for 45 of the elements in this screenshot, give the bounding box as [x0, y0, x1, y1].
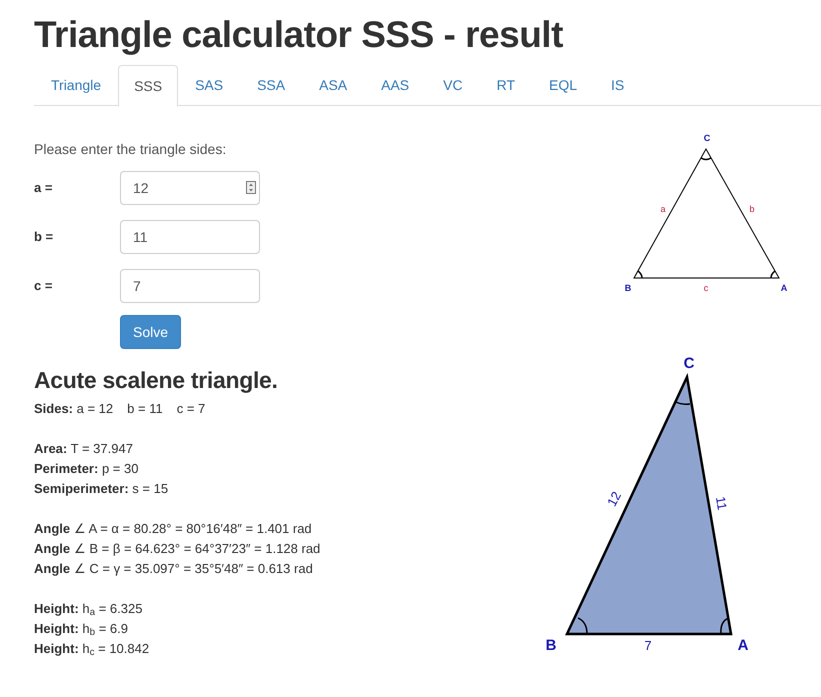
- result-line: Angle ∠ C = γ = 35.097° = 35°5′48″ = 0.613 rad: [34, 560, 313, 578]
- result-line: Angle ∠ B = β = 64.623° = 64°37′23″ = 1.128 rad: [34, 540, 320, 558]
- tab[interactable]: SSS: [118, 65, 178, 107]
- form-prompt: Please enter the triangle sides:: [34, 140, 228, 158]
- page-title: Triangle calculator SSS - result: [34, 13, 564, 57]
- spinner-icon[interactable]: [246, 181, 256, 194]
- field-label: c =: [34, 277, 54, 296]
- tab[interactable]: SSA: [240, 65, 302, 106]
- side-label: 7: [644, 638, 652, 653]
- tab[interactable]: VC: [426, 65, 480, 106]
- vertex-label: A: [780, 283, 788, 293]
- side-label: 12: [604, 488, 624, 509]
- vertex-label: C: [704, 133, 710, 143]
- result-heading: Acute scalene triangle.: [34, 366, 279, 395]
- result-line: Height: h$_{c}$ = 10.842: [34, 640, 150, 659]
- side-label: c: [704, 283, 708, 293]
- field-label: a =: [34, 179, 54, 198]
- tab[interactable]: AAS: [364, 65, 426, 106]
- tab[interactable]: RT: [480, 65, 532, 106]
- side-label: 11: [712, 495, 730, 512]
- number-field[interactable]: 11: [120, 220, 260, 254]
- result-value: b = 11: [127, 400, 163, 418]
- tab[interactable]: Triangle: [34, 65, 118, 106]
- tab[interactable]: EQL: [532, 65, 594, 106]
- solve-button[interactable]: Solve: [120, 315, 181, 349]
- side-label: b: [750, 204, 754, 214]
- result-line: Angle ∠ A = α = 80.28° = 80°16′48″ = 1.401 rad: [34, 520, 312, 538]
- tab[interactable]: SAS: [178, 65, 240, 106]
- result-value: c = 7: [176, 400, 206, 418]
- vertex-label: C: [684, 355, 694, 372]
- result-line: Height: h$_{a}$ = 6.325: [34, 600, 142, 619]
- field-label: b =: [34, 228, 54, 246]
- vertex-label: A: [738, 637, 748, 654]
- number-field[interactable]: 12: [120, 171, 260, 205]
- result-line: Perimeter: p = 30: [34, 460, 138, 478]
- side-label: a: [660, 204, 666, 214]
- vertex-label: B: [624, 283, 632, 293]
- result-line: Semiperimeter: s = 15: [34, 480, 168, 498]
- result-line: Area: T = 37.947: [34, 440, 133, 458]
- result-line: Height: h$_{b}$ = 6.9: [34, 620, 128, 639]
- tab[interactable]: IS: [594, 65, 642, 106]
- number-field[interactable]: 7: [120, 269, 260, 303]
- vertex-label: B: [546, 637, 556, 654]
- tab[interactable]: ASA: [302, 65, 364, 106]
- result-line: Sides: a = 12: [34, 400, 114, 418]
